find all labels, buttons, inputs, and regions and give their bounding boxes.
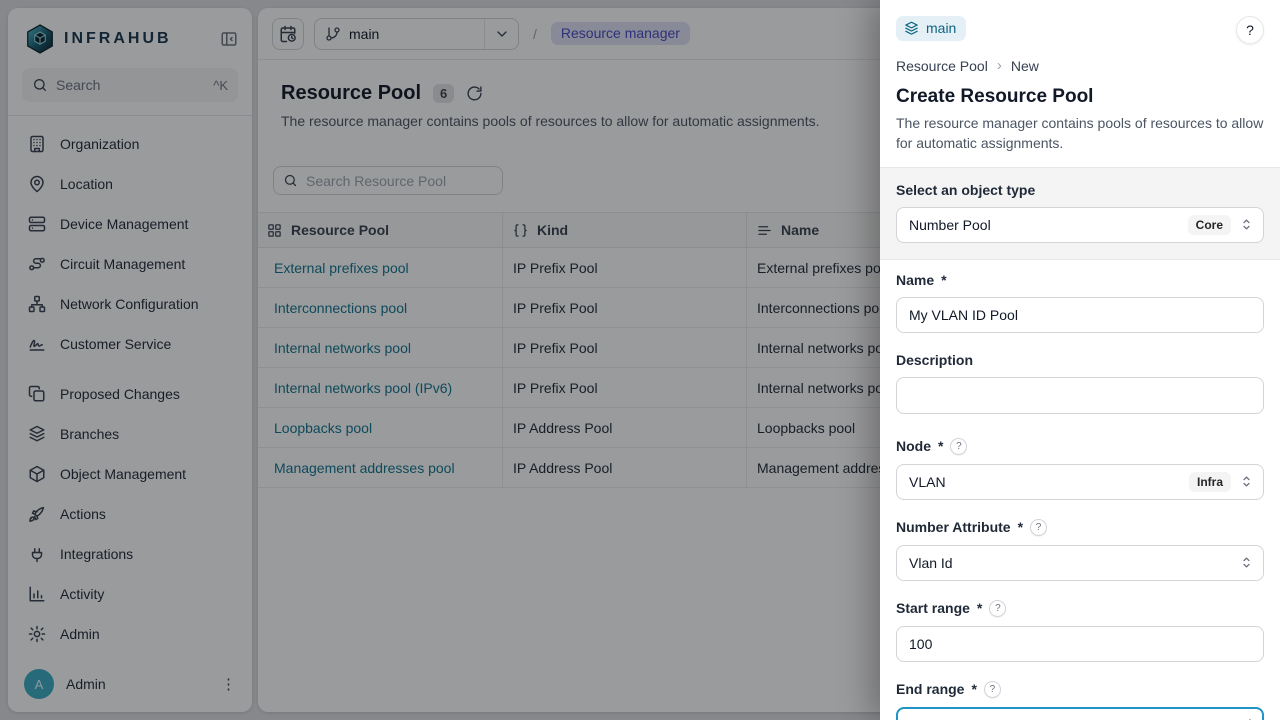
node-label: Node: [896, 438, 931, 454]
name-input[interactable]: [896, 297, 1264, 333]
number-attribute-value: Vlan Id: [909, 555, 1231, 571]
end-range-help-icon[interactable]: ?: [984, 681, 1001, 698]
create-form: Name * Description Node * ? VLAN Infra: [880, 260, 1280, 720]
start-range-help-icon[interactable]: ?: [989, 600, 1006, 617]
chevron-right-icon: ›: [997, 57, 1002, 74]
object-type-section: Select an object type Number Pool Core: [880, 167, 1280, 260]
chevrons-up-down-icon: [1239, 217, 1254, 232]
namespace-badge-core: Core: [1188, 215, 1231, 235]
start-range-label: Start range: [896, 600, 970, 616]
chevrons-up-down-icon: [1239, 474, 1254, 489]
name-label: Name: [896, 272, 934, 288]
object-type-value: Number Pool: [909, 217, 1180, 233]
drawer-title: Create Resource Pool: [896, 86, 1264, 108]
drawer-branch-badge: main: [896, 16, 966, 41]
end-range-input[interactable]: [896, 707, 1264, 720]
description-label: Description: [896, 352, 973, 368]
drawer-header: main ? Resource Pool › New Create Resour…: [880, 0, 1280, 167]
field-number-attribute: Number Attribute * ? Vlan Id: [896, 519, 1264, 581]
field-name: Name *: [896, 272, 1264, 333]
number-attribute-select[interactable]: Vlan Id: [896, 545, 1264, 581]
drawer-breadcrumb: Resource Pool › New: [896, 57, 1264, 74]
field-start-range: Start range * ?: [896, 600, 1264, 662]
object-type-select[interactable]: Number Pool Core: [896, 207, 1264, 243]
required-mark: *: [938, 438, 943, 454]
number-attribute-help-icon[interactable]: ?: [1030, 519, 1047, 536]
number-attribute-label: Number Attribute: [896, 519, 1011, 535]
breadcrumb-new: New: [1011, 58, 1039, 74]
drawer-branch-label: main: [926, 20, 956, 36]
required-mark: *: [1018, 519, 1023, 535]
chevrons-up-down-icon: [1239, 555, 1254, 570]
drawer-description: The resource manager contains pools of r…: [896, 113, 1264, 154]
namespace-badge-infra: Infra: [1189, 472, 1231, 492]
breadcrumb-resource-pool[interactable]: Resource Pool: [896, 58, 988, 74]
node-help-icon[interactable]: ?: [950, 438, 967, 455]
node-value: VLAN: [909, 474, 1181, 490]
help-button[interactable]: ?: [1236, 16, 1264, 44]
field-end-range: End range * ?: [896, 681, 1264, 720]
field-node: Node * ? VLAN Infra: [896, 438, 1264, 500]
layers-icon: [904, 21, 919, 36]
required-mark: *: [971, 681, 976, 697]
required-mark: *: [977, 600, 982, 616]
description-input[interactable]: [896, 377, 1264, 414]
field-description: Description: [896, 352, 1264, 419]
create-resource-pool-drawer: main ? Resource Pool › New Create Resour…: [880, 0, 1280, 720]
node-select[interactable]: VLAN Infra: [896, 464, 1264, 500]
end-range-label: End range: [896, 681, 964, 697]
start-range-input[interactable]: [896, 626, 1264, 662]
required-mark: *: [941, 272, 946, 288]
object-type-label: Select an object type: [896, 182, 1035, 198]
